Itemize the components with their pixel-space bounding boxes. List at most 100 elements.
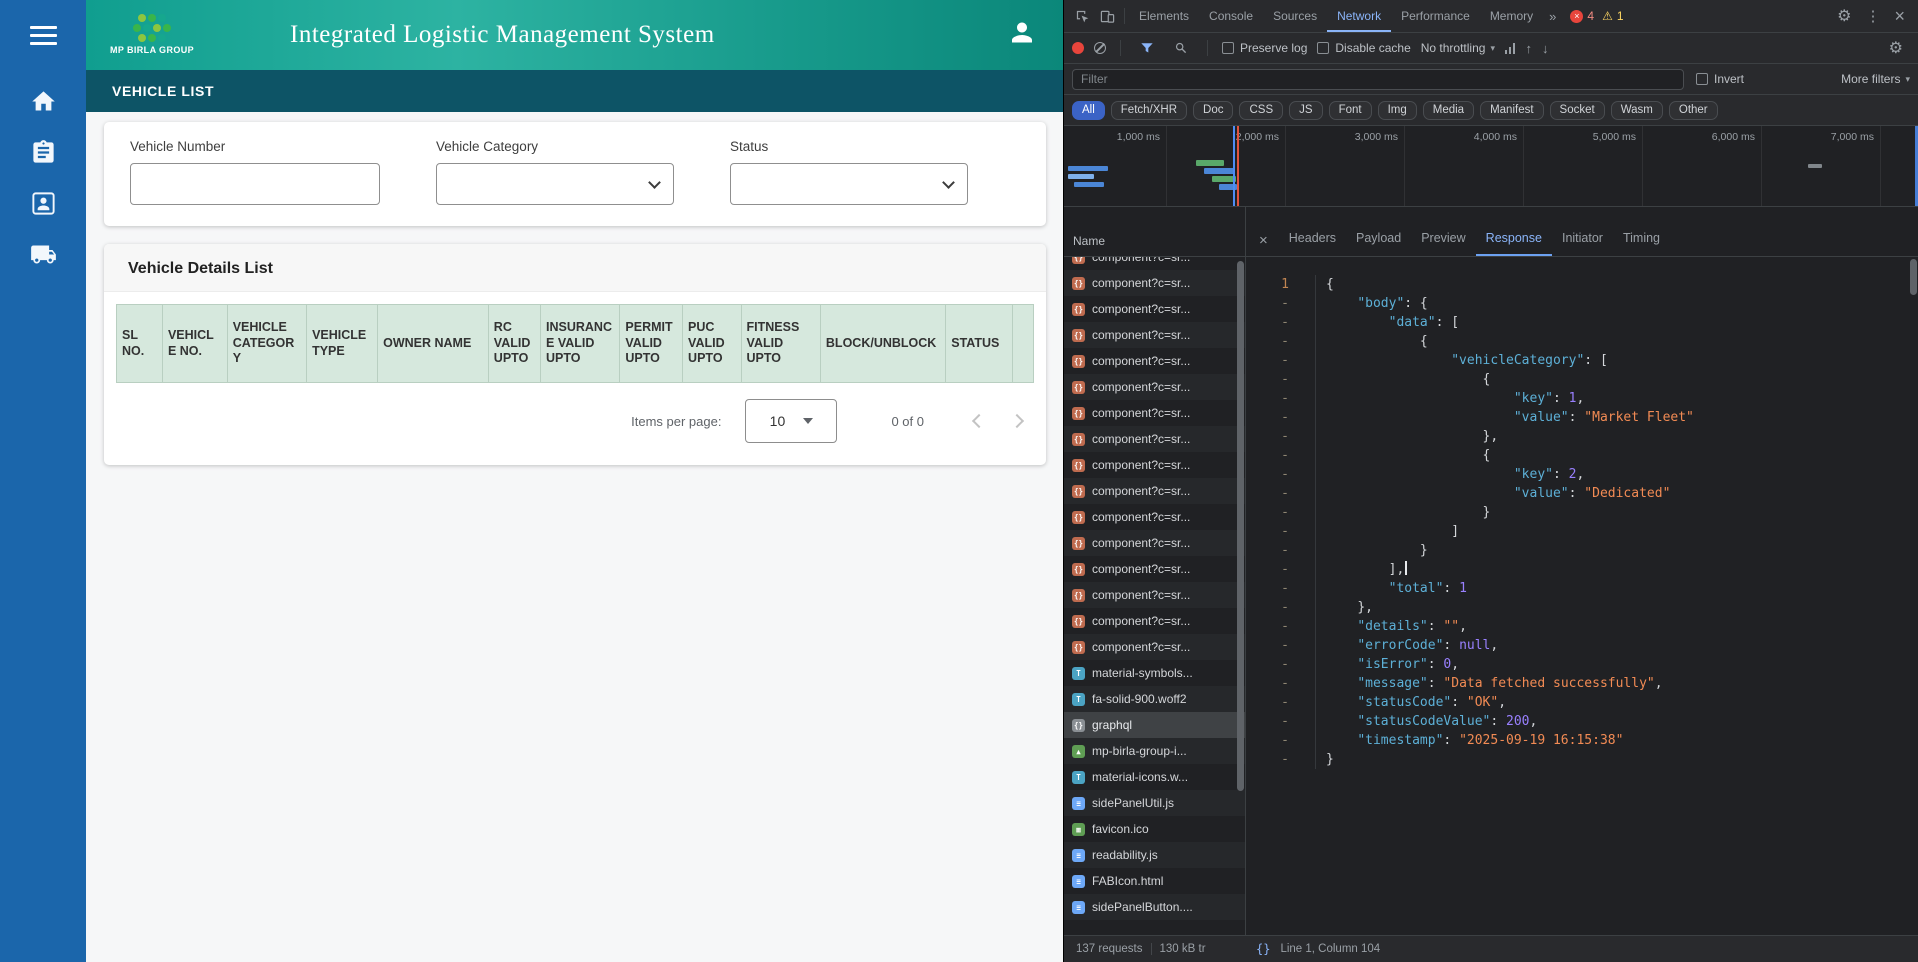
- request-row[interactable]: {} component?c=sr...: [1064, 608, 1245, 634]
- request-row[interactable]: {} component?c=sr...: [1064, 478, 1245, 504]
- request-row[interactable]: {} component?c=sr...: [1064, 634, 1245, 660]
- status-select[interactable]: [730, 163, 968, 205]
- request-list-scrollbar[interactable]: [1236, 257, 1245, 935]
- request-row[interactable]: {} component?c=sr...: [1064, 556, 1245, 582]
- import-har-icon[interactable]: ↓: [1542, 41, 1549, 56]
- clear-log-button[interactable]: [1094, 42, 1106, 54]
- request-row[interactable]: {} component?c=sr...: [1064, 426, 1245, 452]
- settings-gear-icon[interactable]: ⚙: [1837, 6, 1851, 26]
- request-row[interactable]: ≡ sidePanelUtil.js: [1064, 790, 1245, 816]
- filter-chip-doc[interactable]: Doc: [1193, 100, 1234, 120]
- devtools-tab-console[interactable]: Console: [1199, 0, 1263, 32]
- devtools-tab-network[interactable]: Network: [1327, 0, 1392, 32]
- script-file-icon: {}: [1072, 432, 1085, 446]
- devtools-tab-performance[interactable]: Performance: [1391, 0, 1480, 32]
- request-row[interactable]: {} component?c=sr...: [1064, 582, 1245, 608]
- record-button[interactable]: [1072, 42, 1084, 54]
- user-avatar-button[interactable]: [1007, 18, 1037, 53]
- detail-tab-preview[interactable]: Preview: [1411, 224, 1475, 256]
- request-list: {} component?c=sr...{} component?c=sr...{}…: [1064, 257, 1245, 920]
- disable-cache-checkbox[interactable]: Disable cache: [1317, 41, 1411, 55]
- sidebar-item-assignments[interactable]: [0, 127, 86, 178]
- request-row[interactable]: ▦ favicon.ico: [1064, 816, 1245, 842]
- sidebar-item-shipping[interactable]: [0, 229, 86, 280]
- filter-chip-all[interactable]: All: [1072, 100, 1105, 120]
- detail-tab-payload[interactable]: Payload: [1346, 224, 1411, 256]
- vehicle-number-input[interactable]: [130, 163, 380, 205]
- sidebar-item-home[interactable]: [0, 76, 86, 127]
- kebab-menu-icon[interactable]: ⋮: [1865, 7, 1880, 25]
- devtools-tab-sources[interactable]: Sources: [1263, 0, 1327, 32]
- request-row[interactable]: Tfa-solid-900.woff2: [1064, 686, 1245, 712]
- request-row[interactable]: ≡ sidePanelButton....: [1064, 894, 1245, 920]
- request-name: sidePanelUtil.js: [1092, 796, 1175, 810]
- response-scrollbar[interactable]: [1909, 257, 1918, 935]
- close-devtools-icon[interactable]: ×: [1894, 7, 1905, 25]
- menu-button[interactable]: [0, 0, 86, 70]
- script-file-icon: {}: [1072, 276, 1085, 290]
- filter-chip-media[interactable]: Media: [1422, 100, 1475, 120]
- devtools-tab-elements[interactable]: Elements: [1129, 0, 1199, 32]
- error-badge[interactable]: × 4: [1570, 9, 1594, 23]
- warning-badge[interactable]: ⚠ 1: [1602, 9, 1623, 23]
- vehicle-category-select[interactable]: [436, 163, 674, 205]
- request-row[interactable]: Tmaterial-symbols...: [1064, 660, 1245, 686]
- filter-chip-fetch-xhr[interactable]: Fetch/XHR: [1110, 100, 1188, 120]
- invert-checkbox[interactable]: Invert: [1696, 72, 1744, 86]
- filter-chip-font[interactable]: Font: [1328, 100, 1372, 120]
- detail-tab-headers[interactable]: Headers: [1279, 224, 1346, 256]
- detail-tab-timing[interactable]: Timing: [1613, 224, 1670, 256]
- request-row[interactable]: {} graphql: [1064, 712, 1245, 738]
- filter-chip-manifest[interactable]: Manifest: [1480, 100, 1544, 120]
- page-size-select[interactable]: 10: [745, 399, 838, 443]
- close-detail-button[interactable]: ×: [1248, 225, 1279, 256]
- scrollbar-thumb[interactable]: [1237, 261, 1244, 791]
- request-row[interactable]: {} component?c=sr...: [1064, 348, 1245, 374]
- filter-chip-css[interactable]: CSS: [1239, 100, 1284, 120]
- filter-chip-socket[interactable]: Socket: [1549, 100, 1605, 120]
- more-filters-dropdown[interactable]: More filters ▾: [1841, 72, 1910, 86]
- request-row[interactable]: ≡ FABIcon.html: [1064, 868, 1245, 894]
- detail-tab-response[interactable]: Response: [1475, 224, 1552, 256]
- throttling-dropdown[interactable]: No throttling ▾: [1421, 41, 1495, 55]
- detail-tab-initiator[interactable]: Initiator: [1552, 224, 1613, 256]
- request-row[interactable]: {} component?c=sr...: [1064, 400, 1245, 426]
- line-number: -: [1246, 522, 1316, 541]
- request-row[interactable]: {} component?c=sr...: [1064, 530, 1245, 556]
- chevron-down-icon: [942, 175, 955, 189]
- devtools-tab-memory[interactable]: Memory: [1480, 0, 1543, 32]
- network-conditions-icon[interactable]: [1504, 42, 1516, 54]
- network-settings-gear-icon[interactable]: ⚙: [1889, 38, 1903, 58]
- request-row[interactable]: ≡ readability.js: [1064, 842, 1245, 868]
- format-button[interactable]: {}: [1256, 942, 1270, 956]
- request-row[interactable]: {} component?c=sr...: [1064, 322, 1245, 348]
- request-row[interactable]: {} component?c=sr...: [1064, 452, 1245, 478]
- page-content: Vehicle Number Vehicle Category Status V…: [86, 112, 1063, 962]
- filter-chip-img[interactable]: Img: [1377, 100, 1417, 120]
- device-toolbar-icon[interactable]: [1100, 9, 1115, 24]
- request-row[interactable]: {} component?c=sr...: [1064, 296, 1245, 322]
- next-page-button[interactable]: [1009, 413, 1025, 429]
- export-har-icon[interactable]: ↑: [1525, 41, 1532, 56]
- more-tabs-button[interactable]: »: [1543, 9, 1562, 24]
- search-icon[interactable]: [1174, 41, 1188, 55]
- filter-funnel-icon[interactable]: [1140, 41, 1154, 55]
- previous-page-button[interactable]: [971, 413, 987, 429]
- network-filter-input[interactable]: [1072, 68, 1684, 90]
- sidebar-item-agent[interactable]: [0, 178, 86, 229]
- request-row[interactable]: Tmaterial-icons.w...: [1064, 764, 1245, 790]
- request-row[interactable]: {} component?c=sr...: [1064, 270, 1245, 296]
- filter-chip-other[interactable]: Other: [1668, 100, 1718, 120]
- scrollbar-thumb[interactable]: [1910, 259, 1917, 295]
- request-row[interactable]: {} component?c=sr...: [1064, 374, 1245, 400]
- request-row[interactable]: {} component?c=sr...: [1064, 257, 1245, 270]
- preserve-log-checkbox[interactable]: Preserve log: [1222, 41, 1307, 55]
- inspect-element-icon[interactable]: [1075, 9, 1090, 24]
- img-file-icon: ▲: [1072, 744, 1085, 758]
- request-row[interactable]: {} component?c=sr...: [1064, 504, 1245, 530]
- request-row[interactable]: ▲ mp-birla-group-i...: [1064, 738, 1245, 764]
- timeline-overview[interactable]: 1,000 ms 2,000 ms 3,000 ms 4,000 ms 5,000 ms…: [1064, 126, 1918, 207]
- name-column-header[interactable]: Name: [1064, 207, 1245, 257]
- filter-chip-js[interactable]: JS: [1289, 100, 1323, 120]
- filter-chip-wasm[interactable]: Wasm: [1610, 100, 1663, 120]
